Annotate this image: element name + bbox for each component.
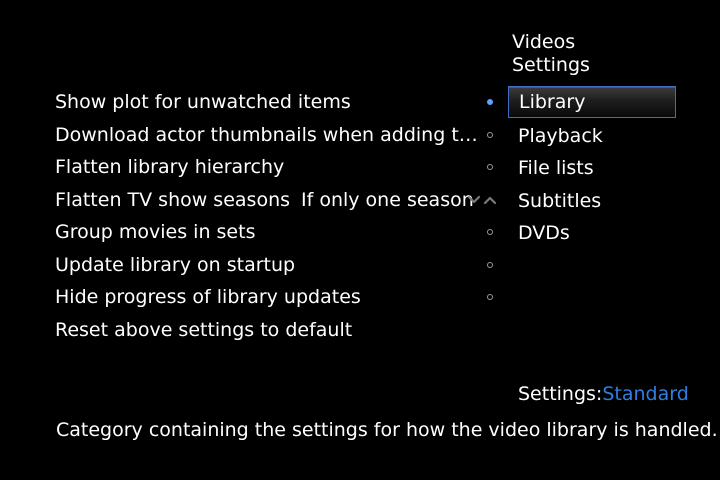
page-title: Videos Settings bbox=[512, 31, 590, 77]
category-library[interactable]: Library bbox=[508, 86, 676, 118]
setting-download-actor-thumbnails[interactable]: Download actor thumbnails when adding to… bbox=[55, 119, 500, 152]
setting-label: Reset above settings to default bbox=[55, 318, 353, 341]
setting-label: Flatten library hierarchy bbox=[55, 156, 285, 178]
settings-level-value[interactable]: Standard bbox=[602, 383, 688, 405]
setting-label: Download actor thumbnails when adding to… bbox=[55, 123, 478, 146]
setting-label: Update library on startup bbox=[55, 253, 296, 276]
setting-hide-progress-library-updates[interactable]: Hide progress of library updates bbox=[55, 281, 500, 314]
category-list: Library Playback File lists Subtitles DV… bbox=[508, 86, 676, 250]
setting-update-library-on-startup[interactable]: Update library on startup bbox=[55, 249, 500, 282]
category-label: Playback bbox=[518, 124, 603, 147]
settings-level-toggle[interactable]: Settings:Standard bbox=[518, 382, 689, 406]
value-spinner[interactable] bbox=[467, 184, 499, 216]
radio-off-icon[interactable] bbox=[487, 294, 493, 300]
setting-group-movies-in-sets[interactable]: Group movies in sets bbox=[55, 216, 500, 249]
setting-label: Show plot for unwatched items bbox=[55, 91, 351, 113]
radio-off-icon[interactable] bbox=[487, 131, 493, 138]
setting-show-plot-unwatched[interactable]: Show plot for unwatched items bbox=[55, 86, 500, 119]
category-dvds[interactable]: DVDs bbox=[508, 217, 676, 250]
radio-on-icon[interactable] bbox=[487, 99, 493, 105]
category-subtitles[interactable]: Subtitles bbox=[508, 185, 676, 218]
setting-label: Group movies in sets bbox=[55, 221, 256, 243]
settings-level-label: Settings: bbox=[518, 383, 603, 405]
category-playback[interactable]: Playback bbox=[508, 120, 676, 153]
reset-settings-button[interactable]: Reset above settings to default bbox=[55, 314, 500, 347]
page-title-line-2: Settings bbox=[512, 54, 590, 76]
category-description: Category containing the settings for how… bbox=[56, 419, 718, 441]
page-title-line-1: Videos bbox=[512, 31, 576, 53]
radio-off-icon[interactable] bbox=[487, 261, 493, 268]
category-file-lists[interactable]: File lists bbox=[508, 152, 676, 185]
category-label: Subtitles bbox=[518, 189, 602, 212]
setting-label: Flatten TV show seasons bbox=[55, 188, 291, 211]
radio-off-icon[interactable] bbox=[487, 164, 493, 170]
setting-flatten-tv-show-seasons[interactable]: Flatten TV show seasons If only one seas… bbox=[55, 184, 500, 217]
setting-label: Hide progress of library updates bbox=[55, 286, 361, 308]
category-label: DVDs bbox=[518, 222, 570, 244]
settings-list: Show plot for unwatched items Download a… bbox=[55, 86, 500, 346]
radio-off-icon[interactable] bbox=[487, 229, 493, 235]
chevron-down-icon[interactable] bbox=[467, 193, 481, 207]
category-label: File lists bbox=[518, 157, 594, 179]
setting-value: If only one season bbox=[301, 188, 474, 211]
setting-flatten-library-hierarchy[interactable]: Flatten library hierarchy bbox=[55, 151, 500, 184]
category-label: Library bbox=[519, 91, 586, 113]
chevron-up-icon[interactable] bbox=[483, 193, 497, 207]
